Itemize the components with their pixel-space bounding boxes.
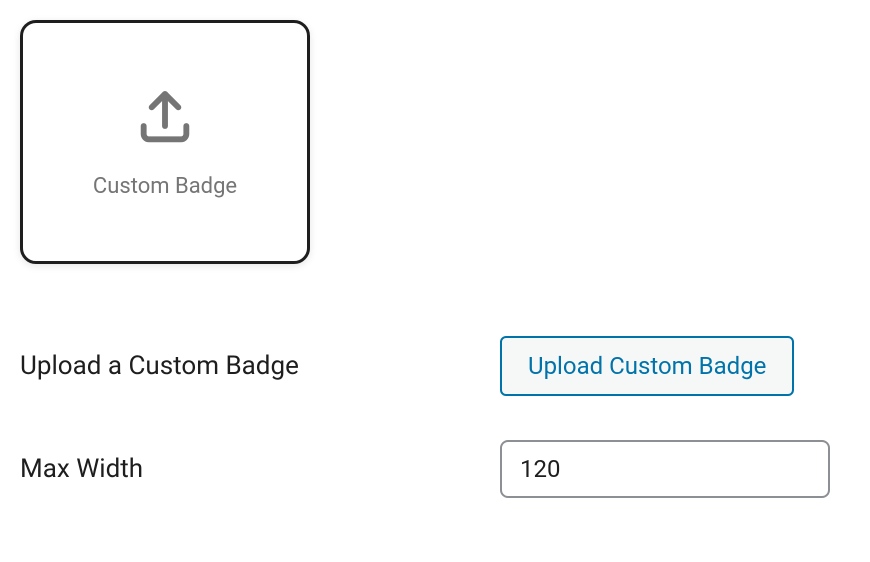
- upload-setting-row: Upload a Custom Badge Upload Custom Badg…: [20, 336, 850, 396]
- max-width-input[interactable]: [500, 440, 830, 498]
- upload-label: Upload a Custom Badge: [20, 351, 500, 381]
- upload-icon: [133, 86, 197, 150]
- badge-card-label: Custom Badge: [93, 174, 237, 199]
- settings-section: Upload a Custom Badge Upload Custom Badg…: [20, 336, 850, 498]
- max-width-setting-row: Max Width: [20, 440, 850, 498]
- custom-badge-card[interactable]: Custom Badge: [20, 20, 310, 264]
- max-width-label: Max Width: [20, 454, 500, 484]
- upload-custom-badge-button[interactable]: Upload Custom Badge: [500, 336, 794, 396]
